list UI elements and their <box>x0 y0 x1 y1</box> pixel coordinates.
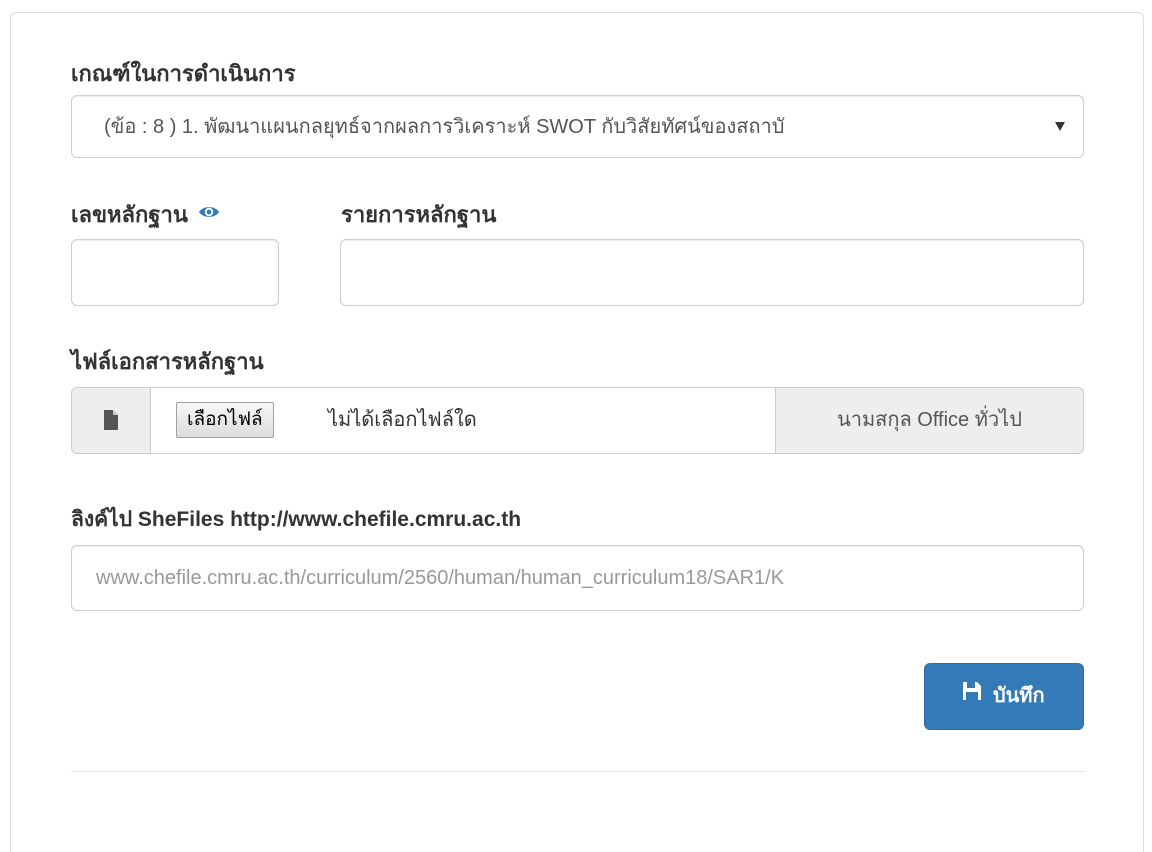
form-divider <box>71 771 1084 772</box>
floppy-disk-icon <box>963 662 982 727</box>
criteria-select[interactable]: (ข้อ : 8 ) 1. พัฒนาแผนกลยุทธ์จากผลการวิเ… <box>71 95 1084 158</box>
evidence-list-label: รายการหลักฐาน <box>341 202 497 227</box>
no-file-chosen-text: ไม่ได้เลือกไฟล์ใด <box>328 409 477 431</box>
save-button[interactable]: บันทึก <box>924 663 1084 730</box>
shefiles-link-value: www.chefile.cmru.ac.th/curriculum/2560/h… <box>96 567 785 589</box>
save-button-label: บันทึก <box>992 685 1045 707</box>
dropdown-caret-icon <box>1055 122 1065 131</box>
shefiles-link-input[interactable]: www.chefile.cmru.ac.th/curriculum/2560/h… <box>71 545 1084 611</box>
evidence-file-label: ไฟล์เอกสารหลักฐาน <box>71 349 264 374</box>
eye-icon[interactable] <box>198 200 220 226</box>
criteria-label: เกณฑ์ในการดำเนินการ <box>71 61 296 86</box>
evidence-number-input[interactable] <box>71 239 279 306</box>
file-owner-addon: นามสกุล Office ทั่วไป <box>775 388 1083 453</box>
criteria-select-value: (ข้อ : 8 ) 1. พัฒนาแผนกลยุทธ์จากผลการวิเ… <box>104 116 785 138</box>
file-input-group: เลือกไฟล์ ไม่ได้เลือกไฟล์ใด นามสกุล Offi… <box>71 387 1084 454</box>
evidence-number-label: เลขหลักฐาน <box>71 197 220 232</box>
file-addon <box>72 388 151 453</box>
shefiles-link-label: ลิงค์ไป SheFiles http://www.chefile.cmru… <box>71 508 522 531</box>
evidence-list-input[interactable] <box>340 239 1084 306</box>
evidence-number-label-text: เลขหลักฐาน <box>71 202 188 227</box>
file-icon <box>104 410 118 430</box>
choose-file-button[interactable]: เลือกไฟล์ <box>176 402 274 438</box>
